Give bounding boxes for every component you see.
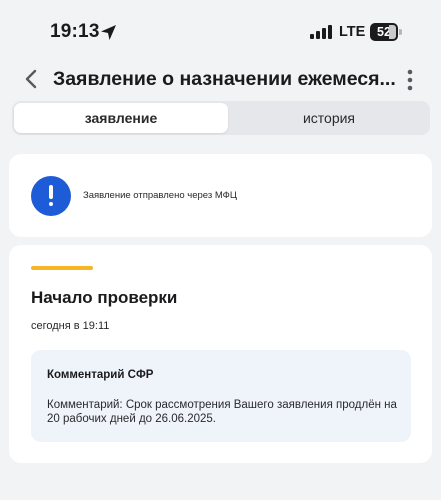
exclamation-circle-icon	[31, 176, 71, 216]
tab-application[interactable]: заявление	[14, 103, 228, 133]
comment-text: Комментарий: Срок рассмотрения Вашего за…	[47, 399, 397, 425]
comment-title: Комментарий СФР	[47, 369, 154, 381]
cellular-signal-icon	[310, 25, 332, 39]
status-bar: 19:13 LTE 52	[0, 0, 441, 62]
app-header: Заявление о назначении ежемеся...	[0, 62, 441, 96]
page-title: Заявление о назначении ежемеся...	[53, 68, 396, 90]
status-title: Начало проверки	[31, 288, 178, 307]
status-card: Начало проверки сегодня в 19:11 Коммента…	[9, 245, 432, 463]
more-vertical-icon[interactable]	[400, 66, 420, 94]
battery-empty-portion	[389, 25, 396, 39]
status-timestamp: сегодня в 19:11	[31, 320, 110, 332]
status-indicator-bar	[31, 266, 93, 270]
notice-text: Заявление отправлено через МФЦ	[83, 190, 237, 201]
tab-history[interactable]: история	[230, 103, 428, 133]
comment-box: Комментарий СФР Комментарий: Срок рассмо…	[31, 350, 411, 442]
status-time: 19:13	[50, 21, 100, 42]
battery-cap	[399, 29, 402, 35]
segmented-tabs: заявление история	[12, 101, 430, 135]
chevron-left-icon[interactable]	[20, 66, 44, 92]
battery-icon: 52	[370, 23, 403, 41]
network-type: LTE	[339, 24, 366, 40]
location-arrow-icon	[101, 25, 116, 40]
notice-card: Заявление отправлено через МФЦ	[9, 154, 432, 237]
